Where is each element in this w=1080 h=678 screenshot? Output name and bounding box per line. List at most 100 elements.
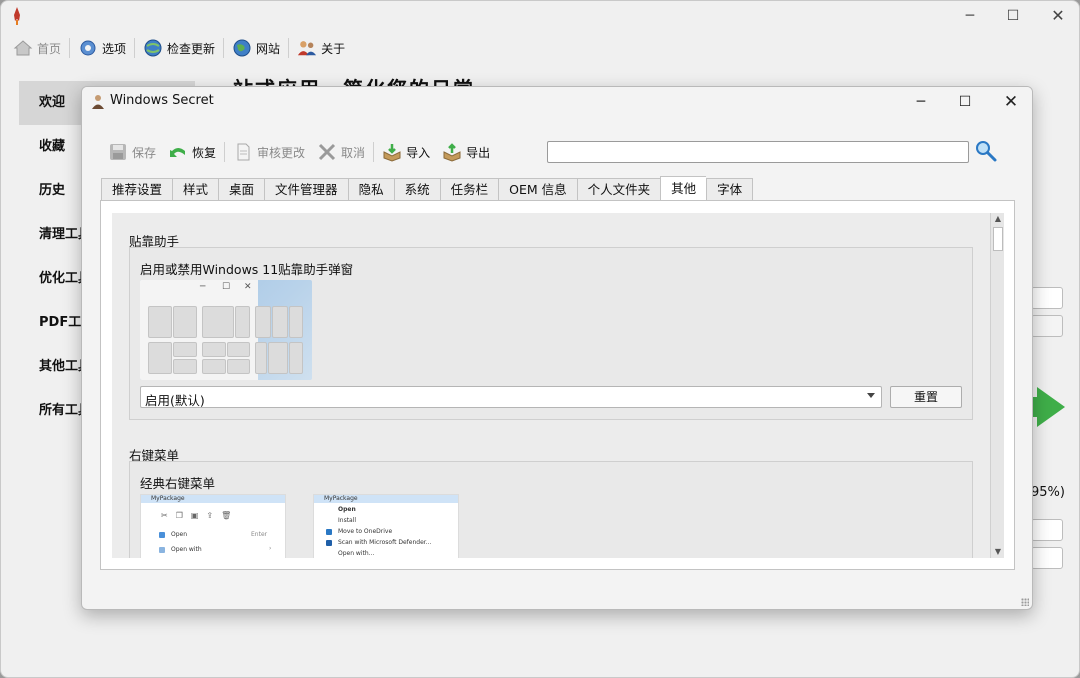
background-input[interactable] [1031,287,1063,309]
dialog-minimize-button[interactable]: ─ [908,90,934,114]
gear-icon [80,40,96,56]
ctx-item-open: Open [338,506,356,513]
home-icon [13,40,33,56]
cancel-label: 取消 [341,145,366,160]
tab-file-explorer[interactable]: 文件管理器 [264,178,348,201]
snap-assist-setting-title: 启用或禁用Windows 11贴靠助手弹窗 [140,262,354,277]
context-menu-group: 经典右键菜单 MyPackage ✂❐▣⇪🗑 Open Enter Open w… [129,461,973,558]
restore-label: 恢复 [192,145,217,160]
snap-assist-preview-image: ─ ☐ ✕ [140,280,312,380]
ctx-preview-header: MyPackage [141,495,285,503]
ctx-item-move-onedrive: Move to OneDrive [338,528,393,535]
cancel-button[interactable]: 取消 [311,139,371,165]
tab-oem-info[interactable]: OEM 信息 [498,178,577,201]
snap-assist-group: 启用或禁用Windows 11贴靠助手弹窗 ─ ☐ ✕ 启用(默认) 重置 [129,247,973,420]
home-label: 首页 [37,41,62,56]
ctx-item-scan-defender: Scan with Microsoft Defender... [338,539,432,546]
maximize-button[interactable]: ☐ [1002,5,1024,27]
settings-tabs: 推荐设置 样式 桌面 文件管理器 隐私 系统 任务栏 OEM 信息 个人文件夹 … [101,176,754,201]
windows-secret-dialog: Windows Secret ─ ☐ ✕ 保存 恢复 审核更改 取消 导入 导出… [81,86,1033,610]
website-button[interactable]: 网站 [226,35,286,61]
background-dropdown[interactable] [1031,547,1063,569]
save-icon [110,144,126,160]
globe-update-icon [144,39,162,57]
green-arrow-icon[interactable] [1037,387,1065,427]
background-input-2[interactable] [1031,519,1063,541]
globe-icon [233,39,251,57]
tab-privacy[interactable]: 隐私 [347,178,394,201]
options-button[interactable]: 选项 [72,35,132,61]
scroll-up-arrow-icon[interactable]: ▲ [993,214,1003,224]
tab-personal-folders[interactable]: 个人文件夹 [576,178,661,201]
agent-icon [92,95,104,109]
document-review-icon [237,143,250,161]
import-box-icon [383,144,401,162]
save-button[interactable]: 保存 [102,139,162,165]
dialog-toolbar: 保存 恢复 审核更改 取消 导入 导出 [102,137,496,167]
restore-button[interactable]: 恢复 [162,139,222,165]
toolbar-separator [223,38,225,58]
background-button[interactable] [1031,315,1063,337]
tab-recommended[interactable]: 推荐设置 [101,178,173,201]
toolbar-separator [134,38,136,58]
options-label: 选项 [102,41,127,56]
snap-assist-select[interactable]: 启用(默认) [140,386,882,408]
ctx-item-open-with: Open with... [338,550,375,557]
scroll-down-arrow-icon[interactable]: ▼ [993,547,1003,557]
search-icon[interactable] [974,139,998,163]
chevron-down-icon [867,393,875,398]
snap-assist-select-value: 启用(默认) [145,393,205,408]
ctx-preview-header-text: MyPackage [324,495,358,502]
ctx-item-open-with: Open with [171,546,202,553]
tab-style[interactable]: 样式 [172,178,219,201]
review-changes-button[interactable]: 审核更改 [227,139,311,165]
snap-layout-grid [146,304,306,376]
tab-fonts[interactable]: 字体 [706,178,754,201]
tab-desktop[interactable]: 桌面 [218,178,265,201]
resize-grip-icon[interactable] [1021,598,1029,606]
close-button[interactable]: ✕ [1047,5,1069,27]
home-button[interactable]: 首页 [7,35,67,61]
ctx-item-shortcut: Enter [251,531,268,538]
tab-taskbar[interactable]: 任务栏 [439,178,499,201]
toolbar-separator [373,142,375,162]
toolbar-separator [69,38,71,58]
vertical-scrollbar[interactable]: ▲ ▼ [990,213,1004,558]
check-update-label: 检查更新 [167,41,216,56]
undo-icon [170,148,186,157]
dialog-close-button[interactable]: ✕ [998,90,1024,114]
about-button[interactable]: 关于 [291,35,351,61]
snap-assist-reset-button[interactable]: 重置 [890,386,962,408]
app-logo-icon [14,7,20,25]
defender-icon [326,540,332,546]
snap-preview-titlebar: ─ ☐ ✕ [140,280,258,298]
ctx-preview-header: MyPackage [314,495,458,503]
save-label: 保存 [132,145,157,160]
tab-other[interactable]: 其他 [660,176,707,201]
tab-system[interactable]: 系统 [393,178,440,201]
search-input[interactable] [547,141,969,163]
minimize-button[interactable]: ─ [959,5,981,27]
toolbar-separator [288,38,290,58]
review-changes-label: 审核更改 [257,145,306,160]
ctx-item-open: Open [171,531,188,538]
settings-scroll-area[interactable]: 贴靠助手 启用或禁用Windows 11贴靠助手弹窗 ─ ☐ ✕ 启用(默认) … [112,213,990,558]
onedrive-icon [326,529,332,535]
users-icon [297,41,317,56]
context-menu-preview-new: MyPackage ✂❐▣⇪🗑 Open Enter Open with › [140,494,286,558]
import-button[interactable]: 导入 [376,139,436,165]
context-menu-preview-classic: MyPackage Open Install Move to OneDrive … [313,494,459,558]
main-titlebar: ─ ☐ ✕ [1,1,1079,31]
ctx-preview-header-text: MyPackage [151,495,185,502]
dialog-titlebar: Windows Secret ─ ☐ ✕ [82,87,1032,117]
export-button[interactable]: 导出 [436,139,496,165]
open-with-icon [159,547,165,553]
progress-percent-text: 95%) [1031,485,1065,500]
export-box-icon [443,143,461,162]
chevron-right-icon: › [269,545,272,552]
ctx-action-icons: ✂❐▣⇪🗑 [161,511,240,520]
check-update-button[interactable]: 检查更新 [137,35,221,61]
scrollbar-thumb[interactable] [993,227,1003,251]
dialog-maximize-button[interactable]: ☐ [952,90,978,114]
about-label: 关于 [321,41,346,56]
